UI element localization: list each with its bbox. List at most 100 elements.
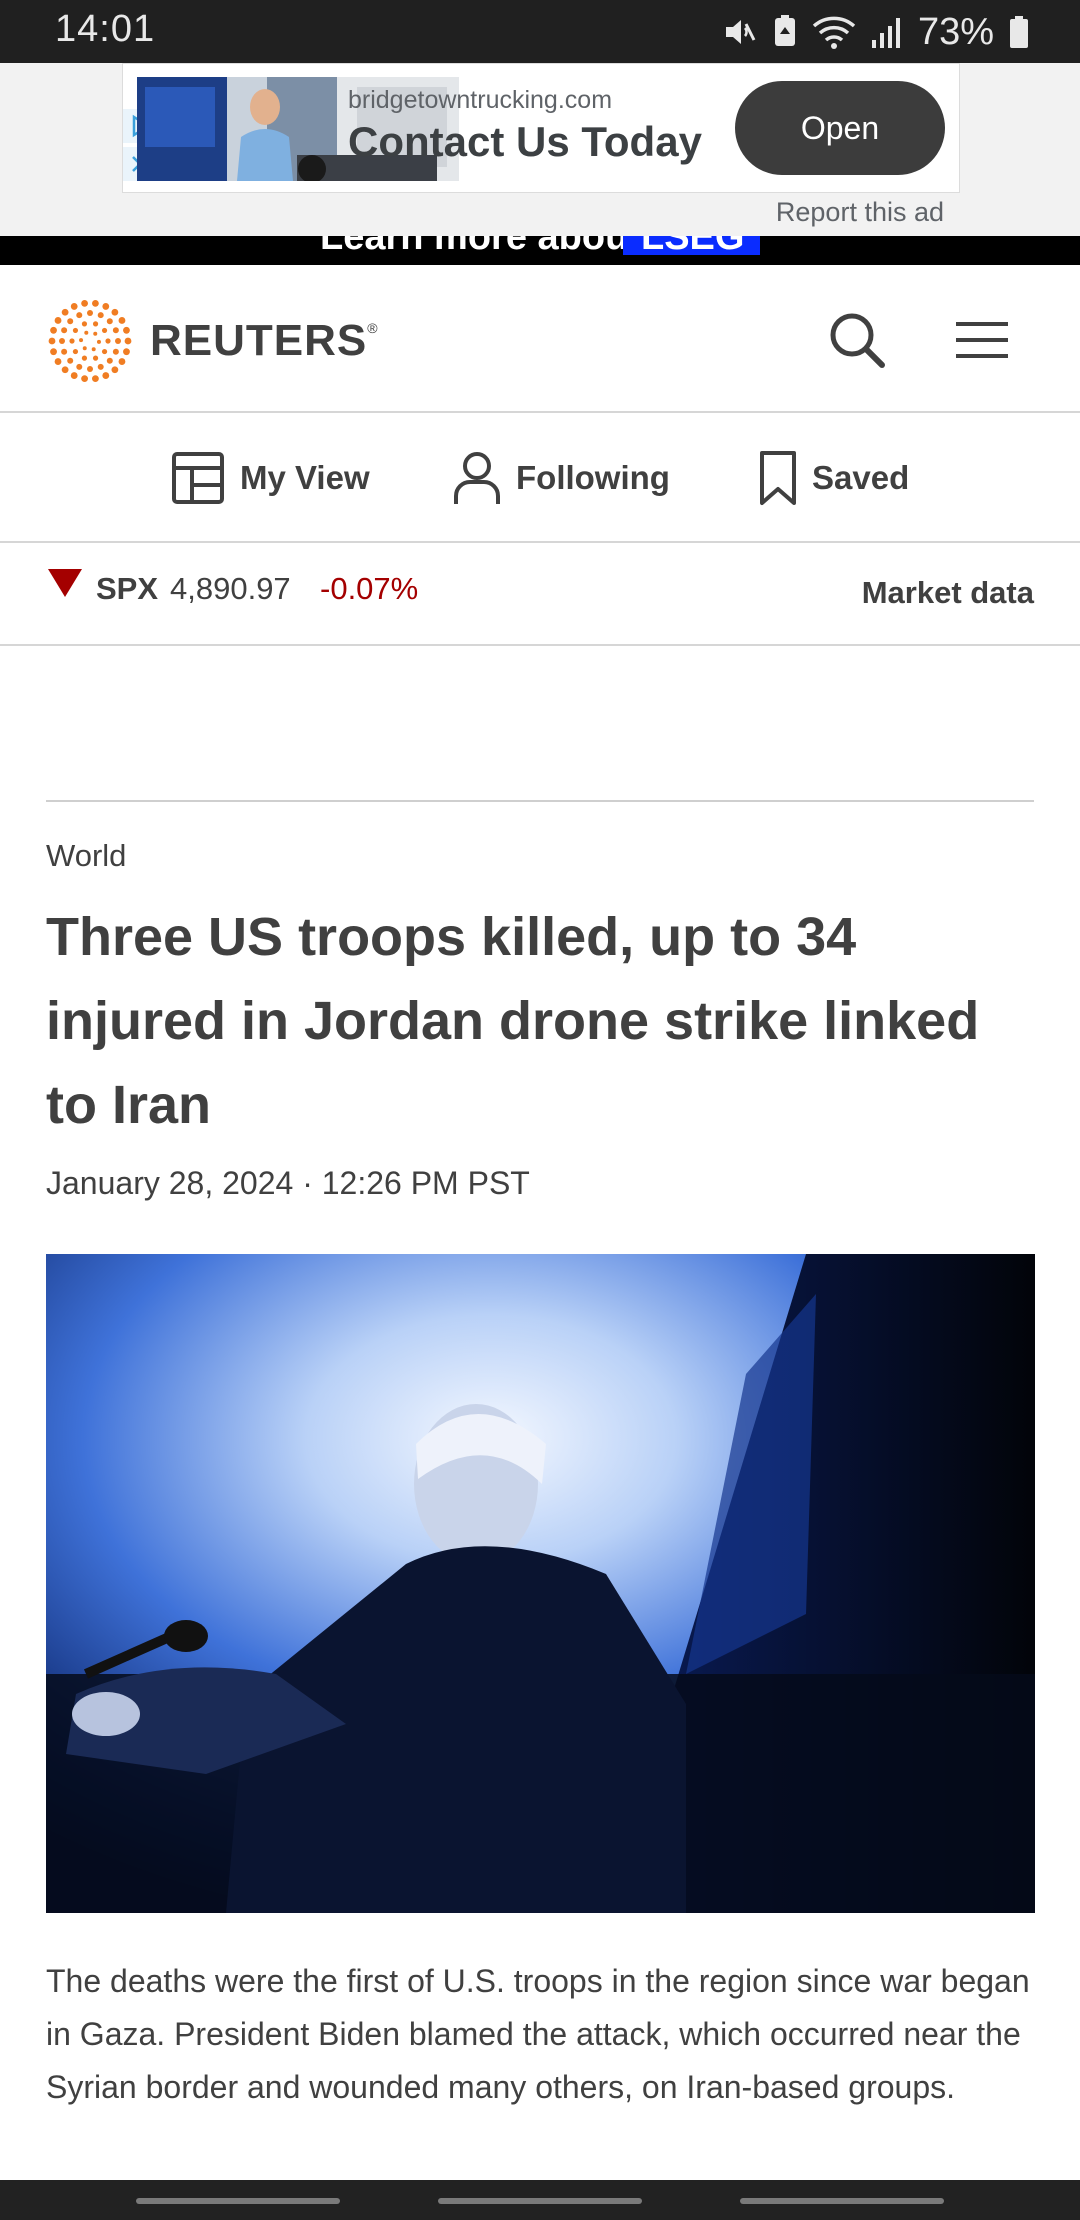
reuters-logo[interactable]: REUTERS® [46, 297, 379, 385]
logo-dot [111, 366, 119, 374]
site-header: REUTERS® [0, 265, 1080, 413]
logo-text: REUTERS® [150, 316, 379, 365]
promo-brand-badge: LSEG [623, 236, 760, 255]
logo-dot [123, 326, 130, 334]
logo-dot [115, 338, 121, 344]
nav-saved-label: Saved [812, 459, 910, 496]
logo-dot [96, 339, 101, 344]
promo-text: Learn more about [320, 236, 641, 258]
logo-dot [91, 347, 96, 352]
logo-dot [48, 337, 56, 345]
nav-my-view-label: My View [240, 459, 370, 496]
ad-domain: bridgetowntrucking.com [348, 86, 613, 114]
bookmark-icon [760, 451, 796, 505]
user-nav: My View Following Saved [0, 413, 1080, 543]
logo-dot [118, 317, 126, 324]
logo-dot [69, 338, 75, 344]
down-arrow-icon [48, 569, 82, 597]
status-bar: 14:01 73% [0, 0, 1080, 63]
ad-banner[interactable]: bridgetowntrucking.com Contact Us Today … [122, 63, 960, 193]
logo-dot [101, 327, 108, 334]
ticker-change: -0.07% [320, 571, 419, 606]
logo-dot [102, 372, 110, 379]
menu-button[interactable] [947, 305, 1017, 375]
logo-dot [81, 375, 88, 383]
article-photo[interactable] [46, 1254, 1035, 1913]
nav-following[interactable]: Following [452, 449, 670, 507]
logo-dot [76, 363, 83, 370]
logo-dot [54, 358, 62, 365]
hamburger-icon [956, 322, 1008, 358]
nav-my-view[interactable]: My View [170, 449, 370, 507]
logo-dot [67, 318, 74, 325]
logo-dot [111, 308, 119, 316]
promo-banner[interactable]: Learn more about LSEG [0, 236, 1080, 265]
status-icons: 73% [722, 10, 1030, 54]
logo-dot [61, 308, 69, 316]
search-icon [830, 313, 885, 368]
logo-dot [124, 337, 132, 345]
logo-dot [92, 321, 99, 327]
ad-open-button[interactable]: Open [735, 81, 945, 175]
mute-icon [725, 20, 756, 44]
logo-dot [72, 348, 79, 355]
logo-dot [87, 366, 93, 372]
logo-dot [97, 363, 104, 370]
wifi-icon [812, 16, 856, 49]
logo-dot [93, 331, 98, 336]
logo-dot [106, 318, 113, 325]
article-headline: Three US troops killed, up to 34 injured… [46, 907, 980, 1135]
logo-dot [61, 348, 68, 355]
promo-brand: LSEG [641, 236, 744, 255]
ticker-symbol: SPX [96, 571, 159, 606]
logo-dot [102, 303, 110, 310]
market-ticker[interactable]: SPX 4,890.97 -0.07% Market data [0, 543, 1080, 646]
logo-dot [61, 366, 69, 374]
reuters-logo-icon [48, 299, 132, 383]
logo-dot [92, 299, 99, 307]
nav-saved[interactable]: Saved [758, 449, 909, 507]
report-ad-link[interactable]: Report this ad [776, 197, 944, 228]
logo-dot [97, 312, 104, 319]
system-nav-bar [0, 2180, 1080, 2220]
nav-following-label: Following [516, 459, 670, 496]
article-divider [46, 800, 1034, 802]
logo-dot [106, 357, 113, 364]
logo-dot [123, 348, 130, 356]
ticker-value: 4,890.97 [170, 571, 291, 606]
market-data-link[interactable]: Market data [862, 575, 1034, 611]
logo-dot [87, 310, 93, 316]
battery-saver-icon [774, 15, 795, 46]
status-time: 14:01 [55, 8, 156, 50]
ad-headline[interactable]: Contact Us Today [348, 118, 702, 166]
logo-dot [61, 327, 68, 334]
logo-dot [101, 348, 108, 355]
logo-dot [112, 327, 119, 334]
logo-dot [79, 338, 84, 343]
logo-dot [70, 303, 78, 310]
logo-dot [67, 357, 74, 364]
layout-icon [172, 452, 224, 504]
ad-container: bridgetowntrucking.com Contact Us Today … [0, 63, 1080, 236]
logo-dot [92, 355, 99, 361]
logo-dot [81, 321, 88, 327]
section-label[interactable]: World [46, 838, 126, 874]
article-summary: The deaths were the first of U.S. troops… [46, 1963, 1030, 2105]
logo-dot [81, 299, 88, 307]
logo-dot [112, 348, 119, 355]
logo-dot [50, 326, 57, 334]
logo-dot [70, 372, 78, 379]
home-button[interactable] [438, 2198, 642, 2204]
search-button[interactable] [822, 305, 892, 375]
person-icon [454, 452, 500, 504]
back-button[interactable] [740, 2198, 944, 2204]
logo-dot [54, 317, 62, 324]
logo-dot [118, 358, 126, 365]
recent-apps-button[interactable] [136, 2198, 340, 2204]
logo-dot [50, 348, 57, 356]
article-dateline: January 28, 2024 · 12:26 PM PST [46, 1165, 530, 1201]
logo-dot [81, 355, 88, 361]
logo-dot [72, 327, 79, 334]
battery-percent: 73% [917, 10, 994, 53]
logo-dot [76, 312, 83, 319]
